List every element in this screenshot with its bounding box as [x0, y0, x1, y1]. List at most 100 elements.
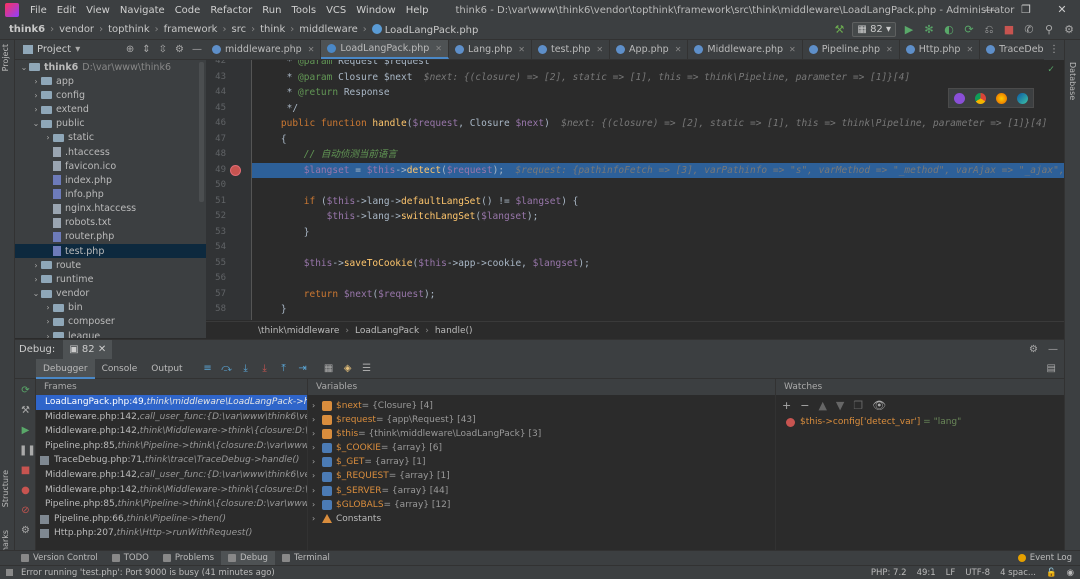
gear-icon[interactable]: ⚙	[1029, 344, 1038, 355]
trace-icon[interactable]: ☰	[359, 361, 375, 377]
expand-icon[interactable]: ⇳	[159, 44, 167, 55]
force-step-into-icon[interactable]: ⤓	[257, 361, 273, 377]
frame-row[interactable]: Middleware.php:142, call_user_func:{D:\v…	[36, 410, 307, 425]
status-message[interactable]: Error running 'test.php': Port 9000 is b…	[21, 568, 275, 578]
tool-tab-terminal[interactable]: Terminal	[275, 551, 337, 566]
tab-middleware[interactable]: middleware.php ✕	[206, 40, 322, 59]
code-line[interactable]: $langset = $this->detect($request); $req…	[258, 163, 1064, 179]
coverage-icon[interactable]: ◐	[942, 23, 956, 37]
close-tab-icon[interactable]: ✕	[966, 45, 973, 54]
chrome-icon[interactable]	[975, 92, 986, 104]
add-watch-icon[interactable]: +	[782, 399, 791, 412]
code-line[interactable]: {	[258, 132, 287, 148]
chevron-down-icon[interactable]: ▾	[75, 44, 80, 55]
chevron-right-icon[interactable]: ›	[312, 512, 322, 526]
breadcrumb-item[interactable]: framework	[161, 24, 221, 35]
breadcrumb-item[interactable]: LoadLangPack.php	[369, 23, 482, 36]
step-over-icon[interactable]: ⤼	[219, 361, 235, 377]
project-view-select[interactable]: Project	[37, 44, 71, 55]
code-line[interactable]: $this->saveToCookie($this->app->cookie, …	[258, 256, 590, 272]
editor-breadcrumb-item[interactable]: LoadLangPack	[355, 326, 419, 336]
locate-icon[interactable]: ⊕	[126, 44, 134, 55]
tab-lang[interactable]: Lang.php ✕	[449, 40, 532, 59]
search-icon[interactable]: ⚲	[1042, 23, 1056, 37]
chevron-down-icon[interactable]: ⌄	[31, 119, 41, 128]
tree-item-infophp[interactable]: info.php	[15, 187, 206, 201]
breadcrumb-item[interactable]: think	[257, 24, 288, 35]
run-to-cursor-icon[interactable]: ⇥	[295, 361, 311, 377]
frame-row[interactable]: Pipeline.php:85, think\Pipeline->think\{…	[36, 497, 307, 512]
tree-item-runtime[interactable]: › runtime	[15, 272, 206, 286]
firefox-icon[interactable]	[996, 92, 1007, 104]
hammer-icon[interactable]: ⚒	[832, 23, 846, 37]
tree-item-composer[interactable]: › composer	[15, 315, 206, 329]
close-tab-icon[interactable]: ✕	[518, 45, 525, 54]
inspection-ok-icon[interactable]: ✓	[1048, 64, 1054, 75]
variable-row[interactable]: › $_REQUEST = {array} [1]	[308, 469, 775, 483]
minimize-panel-icon[interactable]: —	[192, 44, 202, 55]
tree-item-app[interactable]: › app	[15, 74, 206, 88]
tab-debugger[interactable]: Debugger	[36, 358, 95, 379]
step-out-icon[interactable]: ⤒	[276, 361, 292, 377]
tool-tab-problems[interactable]: Problems	[156, 551, 221, 566]
move-up-icon[interactable]: ▲	[818, 399, 826, 412]
frame-row[interactable]: LoadLangPack.php:49, think\middleware\Lo…	[36, 395, 307, 410]
menu-item-view[interactable]: View	[81, 5, 115, 16]
breadcrumb-item[interactable]: vendor	[56, 24, 97, 35]
chevron-right-icon[interactable]: ›	[312, 498, 322, 512]
code-line[interactable]: }	[258, 302, 287, 318]
step-into-icon[interactable]: ⤓	[238, 361, 254, 377]
settings-icon[interactable]: ⚙	[19, 524, 32, 537]
code-editor[interactable]: 42 43 44 45 46 47 48 49 50 51 52 53 54 55 56 57 58 * @pa…	[206, 60, 1064, 320]
run-configuration-select[interactable]: ▦ 82 ▾	[852, 22, 896, 37]
menu-item-help[interactable]: Help	[401, 5, 434, 16]
show-execution-point-icon[interactable]: ≡	[200, 361, 216, 377]
close-icon[interactable]: ✕	[1044, 0, 1080, 20]
editor-breadcrumb-item[interactable]: \think\middleware	[258, 326, 339, 336]
variable-row[interactable]: › $_SERVER = {array} [44]	[308, 484, 775, 498]
tab-app[interactable]: App.php ✕	[610, 40, 689, 59]
chevron-right-icon[interactable]: ›	[31, 77, 41, 86]
debug-icon[interactable]: ✻	[922, 23, 936, 37]
stop-icon[interactable]: ■	[1002, 23, 1016, 37]
tab-middleware[interactable]: Middleware.php ✕	[688, 40, 803, 59]
tree-item-faviconico[interactable]: favicon.ico	[15, 159, 206, 173]
frame-row[interactable]: Middleware.php:142, think\Middleware->th…	[36, 483, 307, 498]
move-down-icon[interactable]: ▼	[836, 399, 844, 412]
tree-item-think6[interactable]: ⌄ think6 D:\var\www\think6	[15, 60, 206, 74]
chevron-right-icon[interactable]: ›	[31, 261, 41, 270]
tree-item-vendor[interactable]: ⌄ vendor	[15, 287, 206, 301]
code-line[interactable]: * @param Closure $next $next: {(closure)…	[258, 70, 910, 86]
chevron-down-icon[interactable]: ⌄	[19, 63, 29, 72]
layout-settings-icon[interactable]: ▤	[1047, 363, 1056, 374]
tree-item-indexphp[interactable]: index.php	[15, 173, 206, 187]
gear-icon[interactable]: ⚙	[175, 44, 184, 55]
chevron-right-icon[interactable]: ›	[312, 441, 322, 455]
tool-tab-version-control[interactable]: Version Control	[14, 551, 105, 566]
chevron-right-icon[interactable]: ›	[312, 455, 322, 469]
minimize-icon[interactable]: —	[972, 0, 1008, 20]
phpstorm-browser-icon[interactable]	[954, 92, 965, 104]
variable-row[interactable]: › $GLOBALS = {array} [12]	[308, 498, 775, 512]
code-line[interactable]: if ($this->lang->defaultLangSet() != $la…	[258, 194, 579, 210]
menu-item-code[interactable]: Code	[170, 5, 206, 16]
close-tab-icon[interactable]: ✕	[675, 45, 682, 54]
code-line[interactable]: public function handle($request, Closure…	[258, 116, 1064, 132]
chevron-right-icon[interactable]: ›	[312, 399, 322, 413]
breakpoint-icon[interactable]	[230, 164, 241, 176]
chevron-right-icon[interactable]: ›	[31, 91, 41, 100]
frame-row[interactable]: Http.php:207, think\Http->runWithRequest…	[36, 526, 307, 541]
tree-item-static[interactable]: › static	[15, 131, 206, 145]
code-line[interactable]: * @return Response	[258, 85, 390, 101]
variable-row[interactable]: › $_GET = {array} [1]	[308, 455, 775, 469]
chevron-right-icon[interactable]: ›	[31, 275, 41, 284]
wrench-icon[interactable]: ⚒	[19, 404, 32, 417]
tab-console[interactable]: Console	[95, 359, 145, 379]
breadcrumb-item[interactable]: src	[228, 24, 249, 35]
pause-icon[interactable]: ❚❚	[19, 444, 36, 457]
resume-icon[interactable]: ▶	[19, 424, 32, 437]
chevron-right-icon[interactable]: ›	[43, 133, 53, 142]
run-icon[interactable]: ▶	[902, 23, 916, 37]
tab-http[interactable]: Http.php ✕	[900, 40, 981, 59]
phone-icon[interactable]: ✆	[1022, 23, 1036, 37]
